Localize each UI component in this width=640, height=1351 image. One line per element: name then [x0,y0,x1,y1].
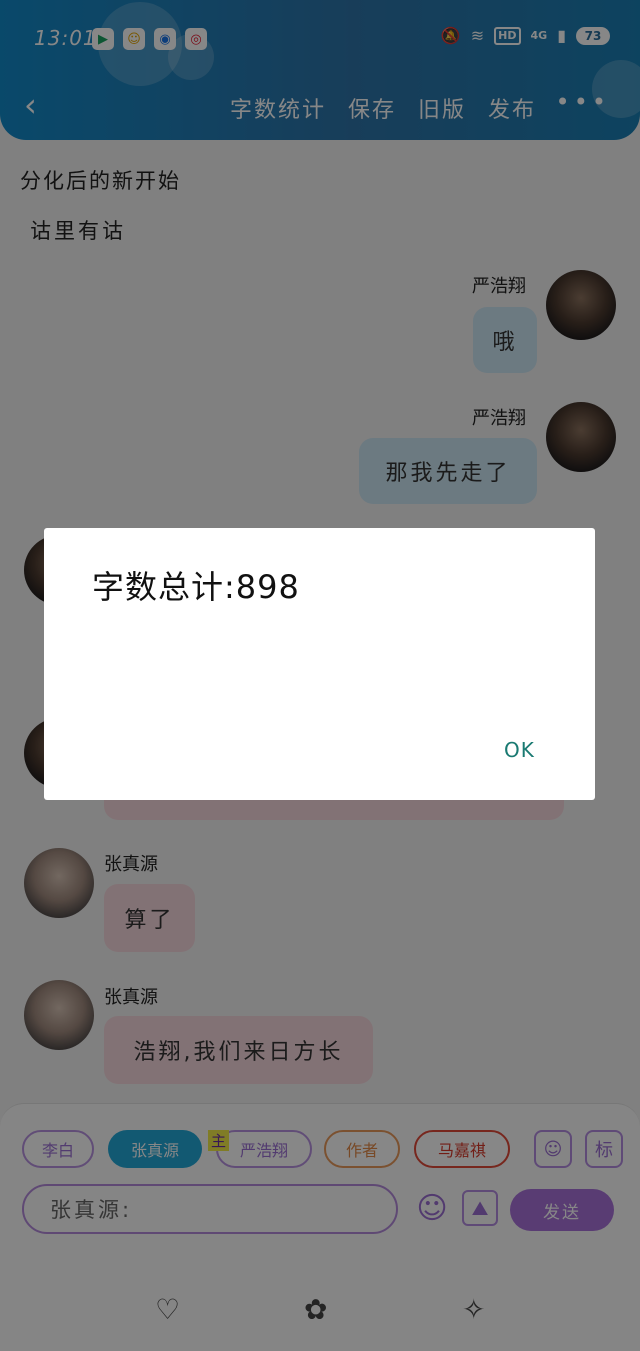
word-count-dialog: 字数总计:898 OK [44,528,595,800]
ok-button[interactable]: OK [504,738,535,762]
word-count-text: 字数总计:898 [92,568,300,606]
